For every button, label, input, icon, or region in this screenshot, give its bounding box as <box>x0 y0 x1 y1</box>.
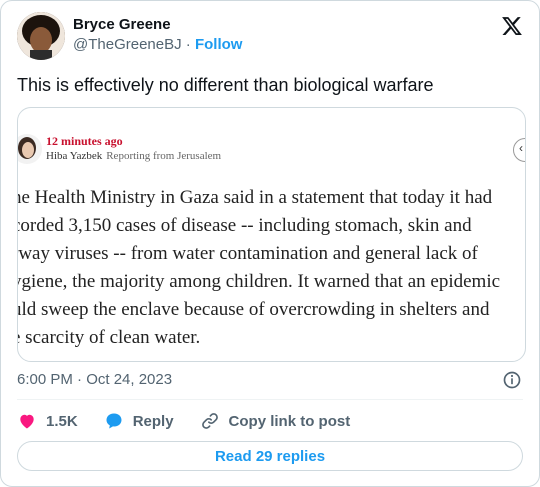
chevron-left-icon: ‹ <box>513 138 525 162</box>
follow-button[interactable]: Follow <box>195 36 243 53</box>
embedded-image[interactable]: 12 minutes ago Hiba Yazbek Reporting from… <box>17 107 526 362</box>
embed-article-text: he Health Ministry in Gaza said in a sta… <box>17 184 525 352</box>
heart-icon <box>20 414 34 429</box>
divider <box>17 399 523 400</box>
reply-label: Reply <box>132 412 174 430</box>
read-replies-button[interactable]: Read 29 replies <box>17 441 523 471</box>
author-handle[interactable]: @TheGreeneBJ <box>73 36 182 53</box>
article-line: he Health Ministry in Gaza said in a sta… <box>17 187 493 208</box>
link-icon <box>201 413 218 429</box>
author-avatar[interactable] <box>17 12 65 60</box>
reporter-avatar <box>18 134 42 164</box>
speech-bubble-icon <box>106 413 122 429</box>
tweet-text: This is effectively no different than bi… <box>17 75 434 95</box>
embed-timeago: 12 minutes ago <box>46 134 123 148</box>
article-line: corded 3,150 cases of disease -- includi… <box>17 215 472 236</box>
reply-button[interactable]: Reply <box>104 411 174 431</box>
article-line: rway viruses -- from water contamination… <box>17 243 478 264</box>
embed-byline: Hiba Yazbek Reporting from Jerusalem <box>46 150 221 162</box>
action-bar: 1.5K Reply Copy link to post <box>17 409 376 433</box>
embed-reporter-role: Reporting from Jerusalem <box>106 150 222 162</box>
like-button[interactable]: 1.5K <box>17 411 78 431</box>
separator-dot: · <box>185 36 191 53</box>
article-line: uld sweep the enclave because of overcro… <box>17 299 490 320</box>
author-block: Bryce Greene @TheGreeneBJ · Follow <box>73 15 242 55</box>
article-line: ygiene, the majority among children. It … <box>17 271 501 292</box>
tweet-timestamp[interactable]: 6:00 PM · Oct 24, 2023 <box>17 371 172 388</box>
x-logo-icon[interactable] <box>501 15 523 37</box>
copy-link-label: Copy link to post <box>228 412 351 430</box>
avatar-image <box>17 12 65 60</box>
author-name[interactable]: Bryce Greene <box>73 15 242 35</box>
like-count: 1.5K <box>46 412 78 430</box>
author-handle-line: @TheGreeneBJ · Follow <box>73 35 242 55</box>
tweet-card: Bryce Greene @TheGreeneBJ · Follow This … <box>0 0 540 487</box>
article-line: e scarcity of clean water. <box>17 327 201 348</box>
info-icon[interactable] <box>502 370 522 390</box>
copy-link-button[interactable]: Copy link to post <box>200 411 351 431</box>
embed-reporter-name: Hiba Yazbek <box>46 150 103 162</box>
